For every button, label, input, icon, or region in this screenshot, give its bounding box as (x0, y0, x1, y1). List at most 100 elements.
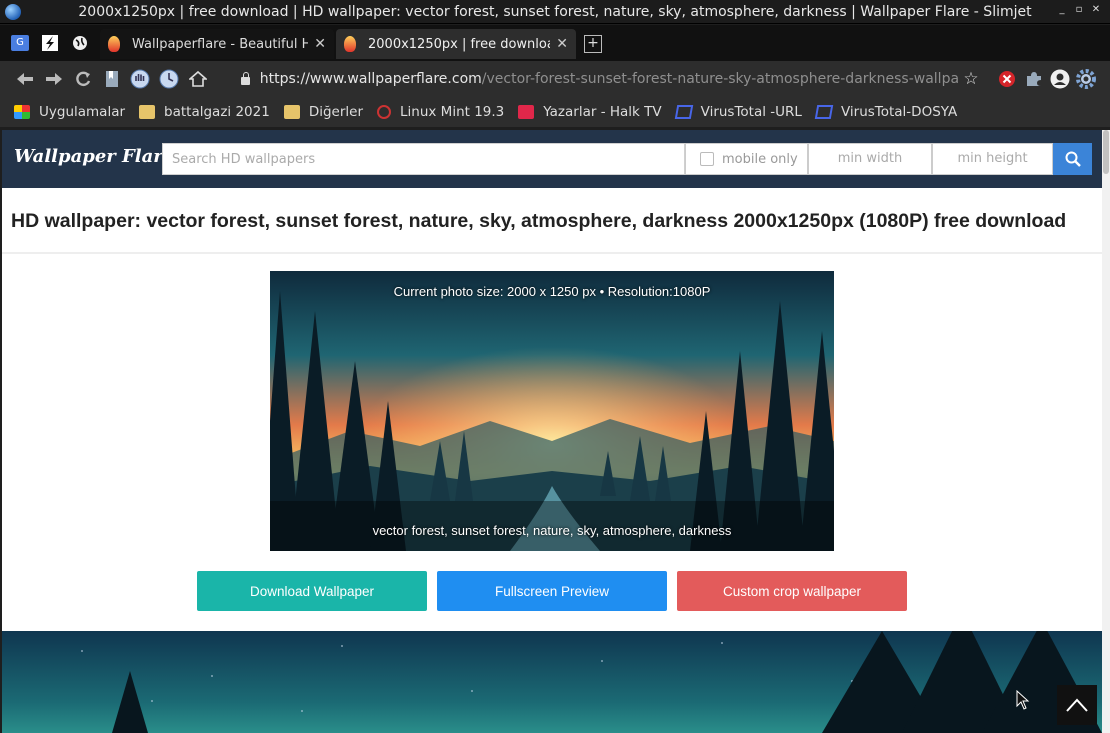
fullscreen-preview-button[interactable]: Fullscreen Preview (437, 571, 667, 611)
bookmark-label: VirusTotal-DOSYA (840, 104, 958, 120)
zap-icon (42, 35, 58, 51)
wallpaperflare-flame-icon (108, 36, 120, 52)
photo-caption: vector forest, sunset forest, nature, sk… (372, 523, 732, 538)
search-icon (1065, 151, 1081, 167)
site-logo[interactable]: Wallpaper Flare (14, 146, 174, 167)
wallpaper-preview[interactable]: Current photo size: 2000 x 1250 px • Res… (270, 271, 834, 551)
back-button[interactable] (14, 68, 36, 90)
bookmark-label: Linux Mint 19.3 (400, 104, 505, 120)
page-title: HD wallpaper: vector forest, sunset fore… (11, 210, 1067, 232)
virustotal-icon (674, 105, 693, 119)
bookmark-digerler[interactable]: Diğerler (283, 104, 363, 120)
bookmark-label: VirusTotal -URL (700, 104, 802, 120)
wallpaperflare-flame-icon (344, 36, 356, 52)
tab-strip: G Wallpaperflare - Beautiful HD ✕ 2000x1… (0, 25, 1110, 61)
divider (2, 252, 1102, 254)
forest-sunset-illustration (270, 271, 834, 551)
window-title: 2000x1250px | free download | HD wallpap… (78, 3, 1032, 20)
bookmark-label: Diğerler (308, 104, 363, 120)
minimize-button[interactable]: _ (1055, 4, 1069, 15)
bookmark-uygulamalar[interactable]: Uygulamalar (14, 104, 125, 120)
bookmark-virustotal-url[interactable]: VirusTotal -URL (674, 104, 802, 120)
url-path: /vector-forest-sunset-forest-nature-sky-… (481, 71, 960, 87)
close-tab-icon[interactable]: ✕ (314, 36, 326, 52)
custom-crop-button[interactable]: Custom crop wallpaper (677, 571, 907, 611)
lock-icon (241, 72, 250, 85)
photo-size-label: Current photo size: 2000 x 1250 px • Res… (393, 284, 711, 299)
mouse-cursor-icon (1016, 690, 1030, 710)
forest-night-illustration (81, 631, 1102, 733)
chevron-up-icon (1066, 698, 1088, 712)
reload-button[interactable] (72, 68, 94, 90)
pinned-tab-site[interactable] (38, 31, 62, 55)
scroll-to-top-button[interactable] (1057, 685, 1097, 725)
bookmark-label: Uygulamalar (39, 104, 126, 120)
bookmark-halk-tv[interactable]: Yazarlar - Halk TV (518, 104, 662, 120)
adblock-icon (999, 71, 1015, 87)
mobile-only-checkbox[interactable] (700, 152, 714, 166)
close-tab-icon[interactable]: ✕ (556, 36, 568, 52)
min-width-input[interactable]: min width (808, 143, 932, 175)
account-icon (1050, 69, 1070, 89)
bookmarks-bar: Uygulamalar battalgazi 2021 Diğerler Lin… (0, 97, 1110, 127)
slimjet-app-icon (5, 4, 21, 20)
page-viewport: Wallpaper Flare Search HD wallpapers mob… (2, 130, 1102, 733)
home-button[interactable] (187, 68, 209, 90)
bookmark-label: battalgazi 2021 (164, 104, 270, 120)
gestures-button[interactable] (129, 68, 151, 90)
pinned-tab-translate[interactable]: G (8, 31, 32, 55)
scrollbar-thumb[interactable] (1103, 130, 1109, 174)
browser-toolbar: https://www.wallpaperflare.com /vector-f… (0, 61, 1110, 97)
virustotal-icon (814, 105, 834, 119)
back-arrow-icon (17, 73, 33, 85)
profile-button[interactable] (1049, 68, 1071, 90)
apps-icon (14, 105, 30, 119)
translate-icon: G (11, 35, 29, 51)
clock-button[interactable] (158, 68, 180, 90)
adblock-button[interactable] (996, 68, 1018, 90)
reload-icon (76, 71, 91, 87)
globe-icon (73, 36, 87, 50)
window-title-bar: 2000x1250px | free download | HD wallpap… (0, 0, 1110, 24)
tab-label: Wallpaperflare - Beautiful HD (132, 36, 309, 52)
linux-mint-icon (377, 105, 391, 119)
bookmark-star-button[interactable]: ☆ (960, 68, 982, 90)
forward-arrow-icon (46, 73, 62, 85)
pinned-tab-globe[interactable] (68, 31, 92, 55)
tab-current-page[interactable]: 2000x1250px | free download ✕ (336, 29, 576, 59)
forward-button[interactable] (43, 68, 65, 90)
download-wallpaper-button[interactable]: Download Wallpaper (197, 571, 427, 611)
settings-button[interactable] (1075, 68, 1097, 90)
page-scrollbar[interactable] (1102, 130, 1110, 733)
address-bar[interactable]: https://www.wallpaperflare.com /vector-f… (230, 66, 960, 92)
extensions-button[interactable] (1023, 68, 1045, 90)
full-wallpaper-image[interactable] (2, 631, 1102, 733)
mobile-only-label: mobile only (722, 151, 798, 167)
site-header: Wallpaper Flare Search HD wallpapers mob… (2, 130, 1102, 188)
bookmark-linux-mint[interactable]: Linux Mint 19.3 (377, 104, 504, 120)
puzzle-icon (1027, 72, 1041, 86)
bookmark-battalgazi-2021[interactable]: battalgazi 2021 (139, 104, 270, 120)
star-icon: ☆ (963, 69, 979, 89)
min-height-input[interactable]: min height (932, 143, 1053, 175)
bookmark-label: Yazarlar - Halk TV (543, 104, 662, 120)
bookmark-virustotal-dosya[interactable]: VirusTotal-DOSYA (814, 104, 958, 120)
search-button[interactable] (1053, 143, 1092, 175)
hand-icon (130, 69, 150, 89)
close-window-button[interactable]: ✕ (1089, 4, 1103, 15)
home-icon (189, 70, 207, 87)
new-tab-button[interactable]: + (584, 35, 602, 53)
tab-wallpaperflare-home[interactable]: Wallpaperflare - Beautiful HD ✕ (100, 29, 334, 59)
maximize-button[interactable]: ▫ (1072, 4, 1086, 15)
url-host: https://www.wallpaperflare.com (259, 71, 482, 87)
folder-icon (283, 105, 300, 119)
bookmark-manager-button[interactable] (101, 68, 123, 90)
bookmark-icon (106, 71, 118, 87)
halktv-icon (518, 105, 535, 119)
search-input[interactable]: Search HD wallpapers (162, 143, 685, 175)
mobile-only-filter[interactable]: mobile only (685, 143, 808, 175)
folder-icon (139, 105, 156, 119)
clock-icon (159, 69, 179, 89)
gear-icon (1076, 69, 1096, 89)
tab-label: 2000x1250px | free download (368, 36, 551, 52)
